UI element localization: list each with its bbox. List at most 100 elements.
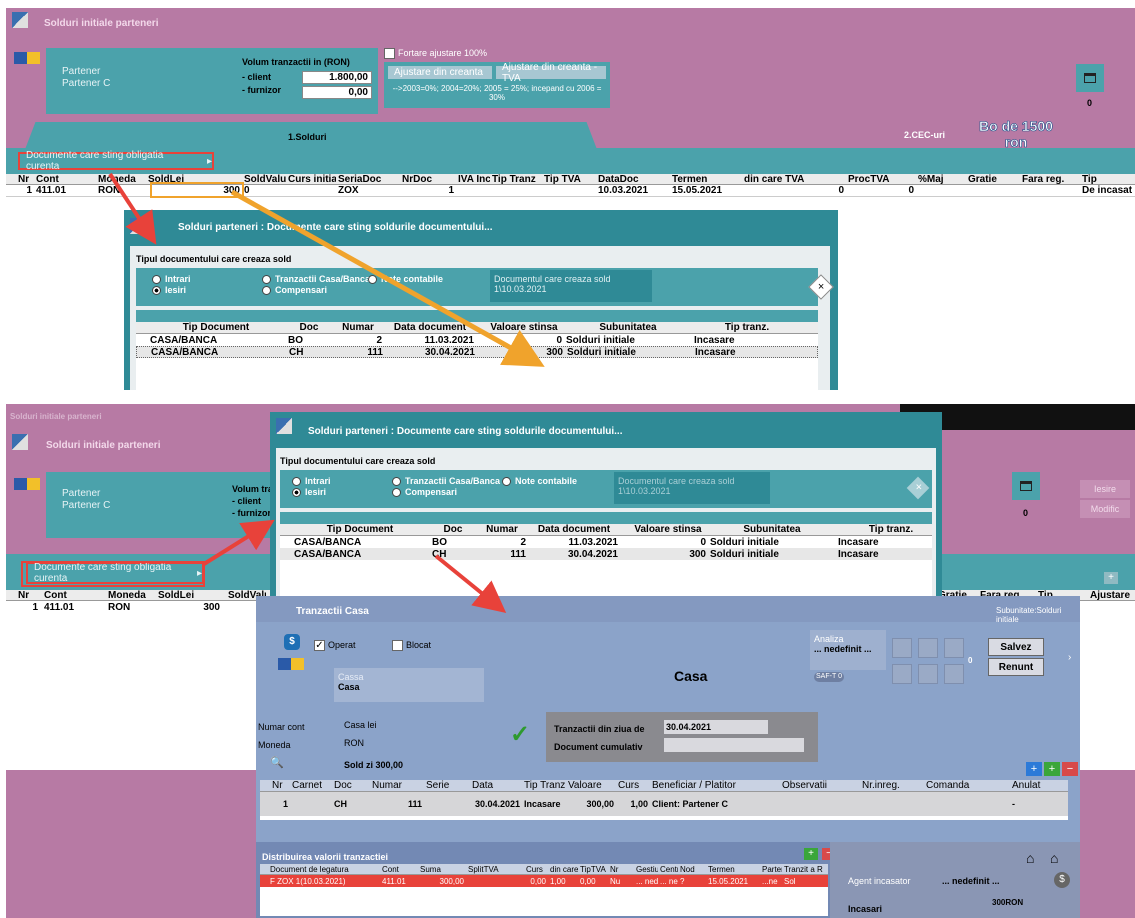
chevron-right-icon[interactable]: ›: [1068, 652, 1071, 663]
table-row-selected[interactable]: CASA/BANCA CH 111 30.04.2021 300 Solduri init…: [136, 346, 818, 358]
radio-comp[interactable]: Compensari: [392, 487, 457, 498]
radio-casa[interactable]: Tranzactii Casa/Banca: [392, 476, 500, 487]
blocat-checkbox[interactable]: Blocat: [392, 640, 431, 652]
radio-intrari[interactable]: Intrari: [152, 274, 191, 285]
home-icon[interactable]: ⌂: [1026, 850, 1034, 866]
sting-grid: Tip Document Doc Numar Data document Valoare…: [136, 322, 818, 390]
documente-sting-button[interactable]: Documente care sting obligatia curenta ▸: [18, 150, 214, 172]
radio-intrari-label: Intrari: [305, 476, 331, 486]
radio-on-icon: [152, 286, 161, 296]
cell-7: 300,00: [586, 799, 614, 809]
table-row-selected[interactable]: F ZOX 1(10.03.2021) 411.01 300,00 0,00 1,00 0…: [260, 875, 828, 887]
dialog-sting-top: Solduri parteneri : Documente care sting…: [124, 210, 838, 390]
ajustare-creanta-tva-button[interactable]: Ajustare din creanta -TVA: [496, 62, 606, 84]
saft-badge[interactable]: SAF-T 0: [814, 672, 844, 682]
cell-17: [1020, 185, 1080, 196]
folder-small-icon[interactable]: [944, 664, 964, 684]
print-icon[interactable]: [944, 638, 964, 658]
radio-intrari[interactable]: Intrari: [292, 476, 331, 487]
close-icon[interactable]: ×: [808, 274, 834, 300]
cell-12: [924, 792, 1010, 816]
table-row[interactable]: 1 CH 111 30.04.2021 Incasare 300,00 1,00 Client…: [260, 792, 1068, 816]
fortare-checkbox[interactable]: Fortare ajustare 100%: [384, 48, 487, 60]
documente-sting-label: Documente care sting obligatia curenta: [34, 562, 172, 584]
col-header-2: Moneda: [98, 174, 136, 184]
home2-icon[interactable]: ⌂: [1050, 850, 1058, 866]
cell-5: 30.04.2021: [474, 799, 520, 809]
ajustare-creanta-button[interactable]: Ajustare din creanta: [388, 66, 492, 79]
radio-iesiri[interactable]: Iesiri: [292, 487, 326, 498]
dollar-icon[interactable]: $: [284, 634, 300, 650]
radio-note[interactable]: Note contabile: [368, 274, 443, 285]
radio-casa[interactable]: Tranzactii Casa/Banca: [262, 274, 370, 285]
cell-1: 411.01: [44, 601, 75, 613]
documente-sting-button[interactable]: Documente care sting obligatia curenta ▸: [26, 562, 204, 584]
doc-icon[interactable]: [892, 638, 912, 658]
close-icon[interactable]: ×: [906, 476, 930, 500]
sting-grid: Tip Document Doc Numar Data document Valoare…: [280, 524, 932, 600]
doc-sold-box: Documentul care creaza sold 1\10.03.2021: [614, 472, 770, 504]
table-row[interactable]: CASA/BANCA BO 2 11.03.2021 0 Solduri initiale…: [136, 334, 818, 346]
radio-comp[interactable]: Compensari: [262, 285, 327, 296]
search-icon[interactable]: 🔍: [270, 756, 284, 769]
radio-note[interactable]: Note contabile: [502, 476, 577, 487]
cell-2: 2: [520, 536, 526, 548]
folder-nav-icon[interactable]: [14, 52, 40, 64]
analiza-box[interactable]: Analiza ... nedefinit ...: [810, 630, 886, 670]
col-header-9: Beneficiar / Platitor: [652, 780, 736, 791]
col-header-13: Anulat: [1012, 780, 1041, 791]
cell-4: 300: [546, 347, 563, 357]
cell-4: 0: [700, 536, 706, 548]
add-distrib-icon[interactable]: +: [804, 848, 818, 860]
add-icon[interactable]: +: [1104, 572, 1118, 584]
modific-button[interactable]: Modific: [1080, 500, 1130, 518]
radio-icon: [502, 477, 511, 487]
dialog-logo-icon: [276, 418, 292, 434]
agent-value[interactable]: ... nedefinit ...: [942, 876, 1000, 886]
furnizor-label: - furnizor: [232, 508, 271, 518]
operat-checkbox[interactable]: ✓ Operat: [314, 640, 356, 652]
col-header-13: Tranzit a R: [784, 864, 823, 874]
delete-row-icon[interactable]: −: [1062, 762, 1078, 776]
folder-button[interactable]: [1076, 64, 1104, 92]
partner-panel: Partener Partener C Volum tra - client -…: [46, 472, 276, 538]
cell-9: ... nec: [660, 876, 678, 886]
table-row-selected[interactable]: CASA/BANCA CH 111 30.04.2021 300 Solduri init…: [280, 548, 932, 560]
table-row[interactable]: CASA/BANCA BO 2 11.03.2021 0 Solduri initiale…: [280, 536, 932, 548]
checkbox-icon[interactable]: [384, 48, 395, 60]
side-count: 0: [968, 656, 973, 665]
checkbox-icon: [392, 640, 403, 652]
cell-6: Incasare: [695, 347, 736, 357]
cell-0: 1: [32, 601, 38, 613]
cell-1: CH: [289, 347, 304, 357]
salvez-button[interactable]: Salvez: [988, 638, 1044, 656]
col-header-4: Valoare stinsa: [490, 322, 558, 333]
tranzactii-box: Tranzactii din ziua de 30.04.2021 Docume…: [546, 712, 818, 762]
folder-nav-icon[interactable]: [278, 658, 304, 670]
folder-nav-icon[interactable]: [14, 478, 40, 490]
renunt-button[interactable]: Renunt: [988, 658, 1044, 676]
copy-icon[interactable]: [918, 664, 938, 684]
count-value: 0: [1023, 508, 1029, 518]
tranz-value[interactable]: 30.04.2021: [664, 720, 768, 734]
tab-cec[interactable]: 2.CEC-uri: [904, 130, 945, 140]
highlight-soldlei: [150, 182, 244, 198]
casa-title-bar: [256, 596, 1080, 622]
radio-icon: [262, 275, 271, 285]
distrib-panel: Distribuirea valorii tranzactiei + − Doc…: [256, 842, 1080, 918]
cell-2: RON: [108, 601, 131, 613]
insert-row-icon[interactable]: +: [1044, 762, 1060, 776]
iesire-button[interactable]: Iesire: [1080, 480, 1130, 498]
agent-panel: ⌂ ⌂ Agent incasator ... nedefinit ... $ …: [830, 842, 1080, 918]
folder-button[interactable]: [1012, 472, 1040, 500]
cell-3: 300: [203, 601, 220, 613]
cell-6: Incasare: [838, 536, 879, 548]
stamp-icon[interactable]: [892, 664, 912, 684]
add-row-icon[interactable]: +: [1026, 762, 1042, 776]
cell-2: 2: [376, 334, 382, 346]
pin-icon[interactable]: [918, 638, 938, 658]
dollar-coin-icon[interactable]: $: [1054, 872, 1070, 888]
cumulativ-field[interactable]: [664, 738, 804, 752]
radio-on-icon: [292, 488, 301, 498]
radio-iesiri[interactable]: Iesiri: [152, 285, 186, 296]
